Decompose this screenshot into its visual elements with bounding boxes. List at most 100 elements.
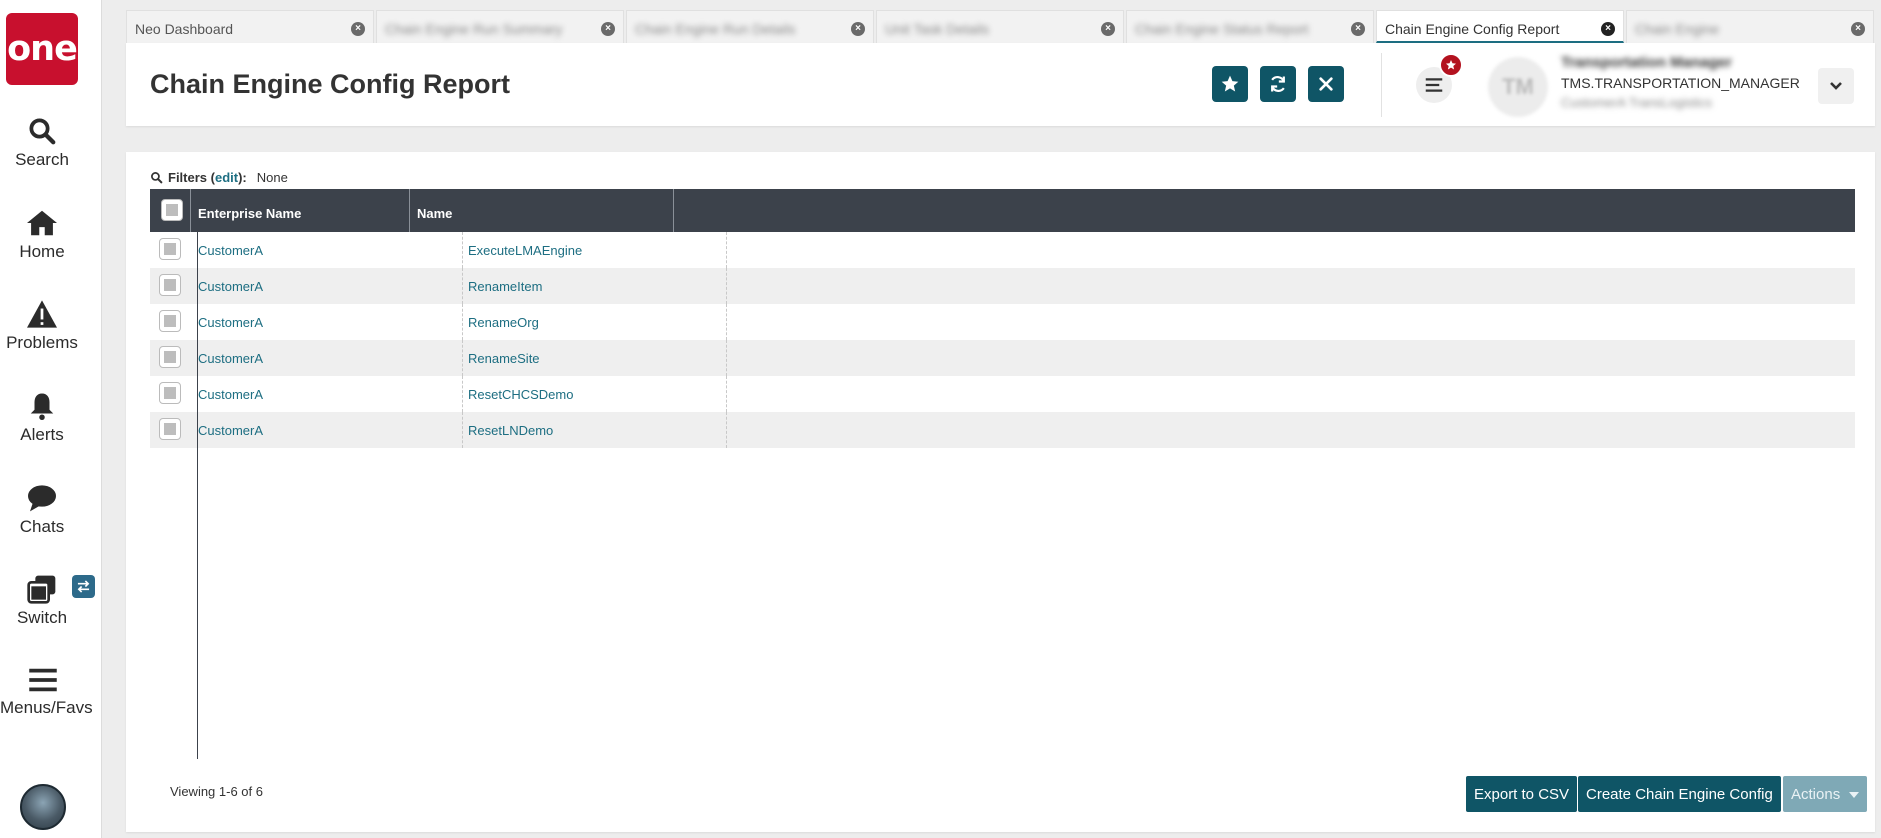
- warning-icon: [27, 300, 57, 328]
- nav-search-label: Search: [15, 150, 69, 169]
- close-icon[interactable]: ×: [851, 22, 865, 36]
- grid-header: Enterprise Name Name: [150, 189, 1855, 232]
- grid-body: CustomerA ExecuteLMAEngine CustomerA Ren…: [150, 232, 1855, 448]
- nav-alerts-label: Alerts: [20, 425, 64, 444]
- create-chain-engine-config-button[interactable]: Create Chain Engine Config: [1578, 776, 1781, 812]
- search-icon: [151, 172, 163, 184]
- nav-chats[interactable]: Chats: [0, 483, 84, 537]
- table-row[interactable]: CustomerA RenameItem: [150, 268, 1855, 304]
- enterprise-name-cell[interactable]: CustomerA: [198, 279, 263, 294]
- close-icon[interactable]: ×: [601, 22, 615, 36]
- switch-arrows-icon[interactable]: [72, 575, 95, 598]
- nav-menus-favs-label: Menus/Favs: [0, 698, 93, 717]
- enterprise-name-cell[interactable]: CustomerA: [198, 315, 263, 330]
- close-button[interactable]: [1308, 66, 1344, 102]
- refresh-button[interactable]: [1260, 66, 1296, 102]
- nav-problems[interactable]: Problems: [0, 299, 84, 353]
- row-checkbox[interactable]: [159, 418, 181, 440]
- nav-search[interactable]: Search: [0, 116, 84, 170]
- chat-icon: [28, 485, 56, 512]
- close-icon[interactable]: ×: [1851, 22, 1865, 36]
- user-role: TMS.TRANSPORTATION_MANAGER: [1561, 75, 1800, 91]
- app-logo[interactable]: one: [6, 13, 78, 85]
- name-cell[interactable]: ResetLNDemo: [468, 423, 553, 438]
- enterprise-name-cell[interactable]: CustomerA: [198, 387, 263, 402]
- table-row[interactable]: CustomerA ResetLNDemo: [150, 412, 1855, 448]
- home-icon: [27, 210, 57, 236]
- close-icon[interactable]: ×: [1101, 22, 1115, 36]
- nav-problems-label: Problems: [6, 333, 78, 352]
- tab-neo-dashboard[interactable]: Neo Dashboard ×: [126, 10, 374, 43]
- tab-label: Neo Dashboard: [135, 21, 234, 37]
- table-row[interactable]: CustomerA RenameSite: [150, 340, 1855, 376]
- user-dropdown-button[interactable]: [1818, 68, 1854, 104]
- data-grid: Enterprise Name Name CustomerA ExecuteLM…: [150, 189, 1855, 448]
- filters-edit-link[interactable]: edit: [215, 170, 238, 185]
- table-row[interactable]: CustomerA RenameOrg: [150, 304, 1855, 340]
- close-icon[interactable]: ×: [351, 22, 365, 36]
- user-company: CustomerA TransLogistics: [1561, 95, 1713, 110]
- close-icon[interactable]: ×: [1351, 22, 1365, 36]
- avatar[interactable]: TM: [1488, 57, 1548, 117]
- tab-unit-task-details[interactable]: Unit Task Details ×: [876, 10, 1124, 43]
- page-header: Chain Engine Config Report TM Transporta…: [126, 43, 1875, 126]
- tab-chain-engine[interactable]: Chain Engine ×: [1626, 10, 1874, 43]
- select-all-checkbox[interactable]: [161, 199, 183, 221]
- refresh-icon: [1271, 76, 1285, 92]
- actions-label: Actions: [1791, 786, 1841, 803]
- nav-home[interactable]: Home: [0, 208, 84, 262]
- enterprise-name-cell[interactable]: CustomerA: [198, 423, 263, 438]
- close-icon: [1319, 77, 1333, 91]
- page-title: Chain Engine Config Report: [150, 69, 510, 99]
- name-cell[interactable]: RenameSite: [468, 351, 540, 366]
- row-checkbox[interactable]: [159, 346, 181, 368]
- column-header-name[interactable]: Name: [410, 189, 674, 232]
- row-checkbox[interactable]: [159, 238, 181, 260]
- enterprise-name-cell[interactable]: CustomerA: [198, 243, 263, 258]
- tab-label: Chain Engine: [1635, 21, 1720, 37]
- filters-value: None: [256, 170, 288, 185]
- caret-down-icon: [1849, 792, 1859, 798]
- column-header-enterprise-name[interactable]: Enterprise Name: [190, 189, 410, 232]
- filters-label: Filters (edit):: [168, 170, 247, 185]
- report-panel: Filters (edit): None Enterprise Name Nam…: [126, 152, 1875, 832]
- assistant-avatar[interactable]: [20, 784, 66, 830]
- star-icon: [1221, 75, 1239, 92]
- favorite-button[interactable]: [1212, 66, 1248, 102]
- nav-switch-label: Switch: [16, 608, 68, 627]
- search-icon: [29, 118, 56, 145]
- switch-icon: [27, 575, 56, 604]
- export-csv-button[interactable]: Export to CSV: [1466, 776, 1578, 812]
- enterprise-name-cell[interactable]: CustomerA: [198, 351, 263, 366]
- row-checkbox[interactable]: [159, 310, 181, 332]
- name-cell[interactable]: RenameOrg: [468, 315, 539, 330]
- row-checkbox[interactable]: [159, 274, 181, 296]
- actions-button[interactable]: Actions: [1783, 776, 1867, 812]
- name-cell[interactable]: ExecuteLMAEngine: [468, 243, 582, 258]
- name-cell[interactable]: ResetCHCSDemo: [468, 387, 573, 402]
- tab-bar: Neo Dashboard × Chain Engine Run Summary…: [126, 6, 1875, 43]
- nav-menus-favs[interactable]: Menus/Favs: [0, 666, 93, 718]
- nav-alerts[interactable]: Alerts: [0, 391, 84, 445]
- tab-run-details[interactable]: Chain Engine Run Details ×: [626, 10, 874, 43]
- header-divider: [1381, 53, 1382, 117]
- star-icon: [1446, 60, 1456, 70]
- pagination-status: Viewing 1-6 of 6: [170, 784, 263, 799]
- close-icon[interactable]: ×: [1601, 22, 1615, 36]
- table-row[interactable]: CustomerA ExecuteLMAEngine: [150, 232, 1855, 268]
- tab-run-summary[interactable]: Chain Engine Run Summary ×: [376, 10, 624, 43]
- row-checkbox[interactable]: [159, 382, 181, 404]
- favorites-badge[interactable]: [1439, 53, 1463, 77]
- tab-config-report[interactable]: Chain Engine Config Report ×: [1376, 10, 1624, 43]
- chevron-down-icon: [1830, 82, 1842, 90]
- name-cell[interactable]: RenameItem: [468, 279, 542, 294]
- tab-label: Chain Engine Run Summary: [385, 21, 563, 37]
- grid-frozen-divider: [197, 189, 198, 759]
- nav-chats-label: Chats: [19, 517, 65, 536]
- bell-icon: [30, 393, 54, 420]
- table-row[interactable]: CustomerA ResetCHCSDemo: [150, 376, 1855, 412]
- tab-label: Chain Engine Config Report: [1385, 21, 1560, 37]
- tab-status-report[interactable]: Chain Engine Status Report ×: [1126, 10, 1374, 43]
- tab-label: Chain Engine Run Details: [635, 21, 796, 37]
- tab-label: Chain Engine Status Report: [1135, 21, 1309, 37]
